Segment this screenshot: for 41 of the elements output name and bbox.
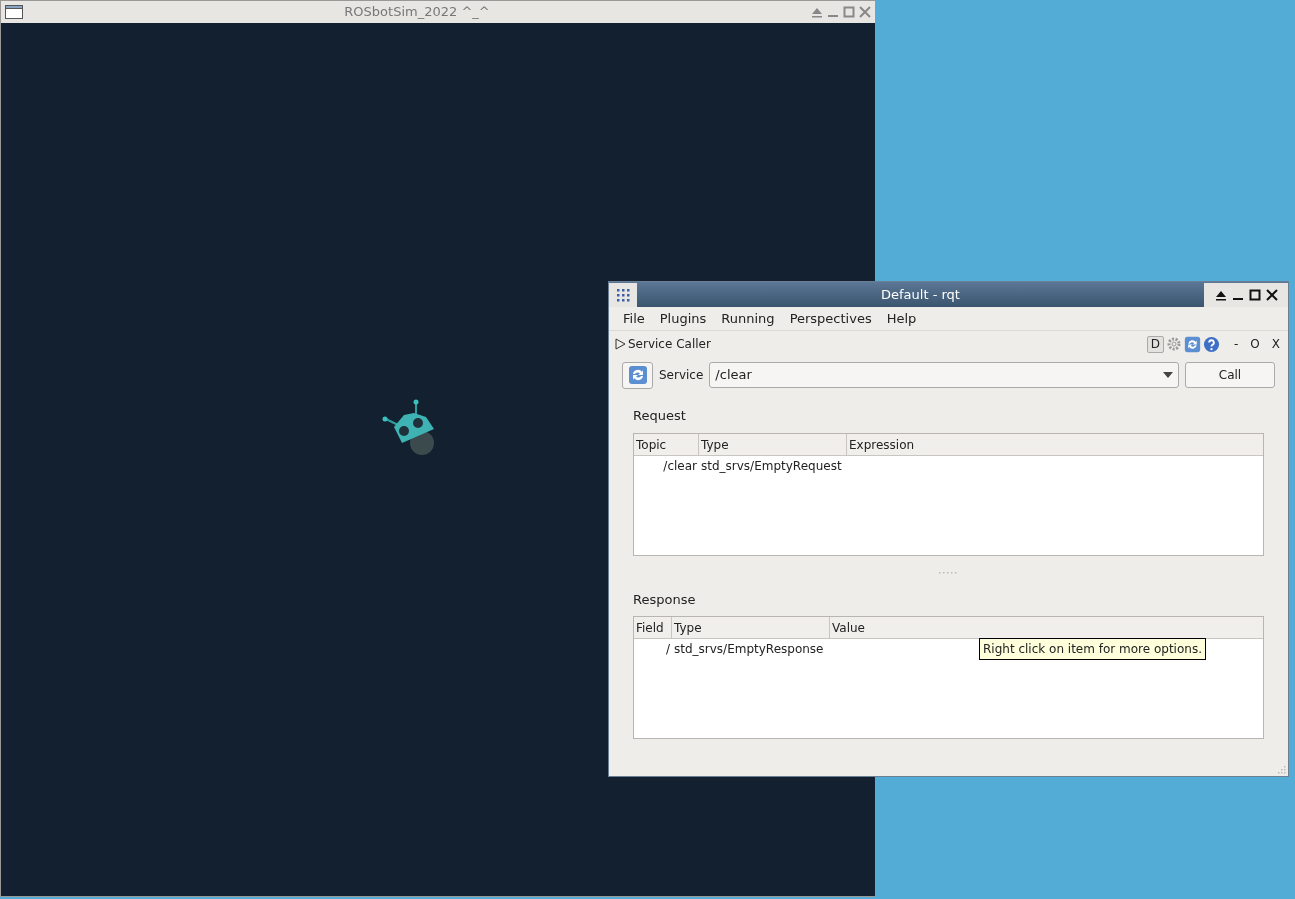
menu-item[interactable]: File (623, 308, 645, 329)
close-icon[interactable] (1265, 288, 1278, 301)
menu-item[interactable]: Help (886, 308, 917, 329)
window-icon (5, 5, 23, 19)
column-header[interactable]: Type (672, 617, 830, 638)
column-header[interactable]: Topic (634, 433, 699, 455)
table-cell: std_srvs/EmptyRequest (701, 458, 842, 473)
disclosure-triangle-icon[interactable] (615, 338, 626, 350)
table-cell: / (665, 642, 670, 656)
section-heading: Response (633, 590, 697, 609)
plugin-title: Service Caller (628, 336, 712, 353)
call-button[interactable]: Call (1185, 362, 1275, 388)
grid-icon (616, 287, 630, 302)
column-header[interactable]: Type (699, 433, 847, 455)
dropdown-arrow-icon (1163, 372, 1173, 378)
menu-item[interactable]: Perspectives (789, 308, 872, 329)
column-header[interactable]: Field (634, 617, 672, 638)
menu-item[interactable]: Running (721, 308, 775, 329)
refresh-icon (1183, 335, 1201, 353)
dock-button[interactable]: D (1146, 335, 1164, 353)
service-dropdown[interactable]: /clear (709, 362, 1179, 388)
field-label: Service (659, 367, 704, 384)
plugin-control[interactable]: O (1250, 335, 1260, 353)
app-menu-button[interactable] (609, 282, 637, 307)
maximize-icon[interactable] (1248, 288, 1261, 301)
plugin-control[interactable]: - (1233, 335, 1239, 353)
column-header[interactable]: Expression (847, 433, 1263, 455)
column-header[interactable]: Value (830, 617, 1263, 638)
help-icon[interactable] (1202, 335, 1220, 353)
window-title: ROSbotSim_2022 ^_^ (343, 3, 491, 22)
plugin-control[interactable]: X (1271, 335, 1280, 353)
table-cell: std_srvs/EmptyResponse (674, 642, 824, 656)
table-cell: /clear (663, 458, 697, 473)
tooltip: Right click on item for more options. (979, 638, 1206, 660)
refresh-button[interactable] (622, 361, 653, 389)
gear-icon[interactable] (1165, 336, 1182, 352)
resize-grip-icon[interactable] (1276, 764, 1286, 774)
section-heading: Request (633, 407, 687, 425)
refresh-icon (627, 365, 648, 385)
window-title: Default - rqt (880, 285, 961, 304)
menu-item[interactable]: Plugins (659, 308, 707, 329)
